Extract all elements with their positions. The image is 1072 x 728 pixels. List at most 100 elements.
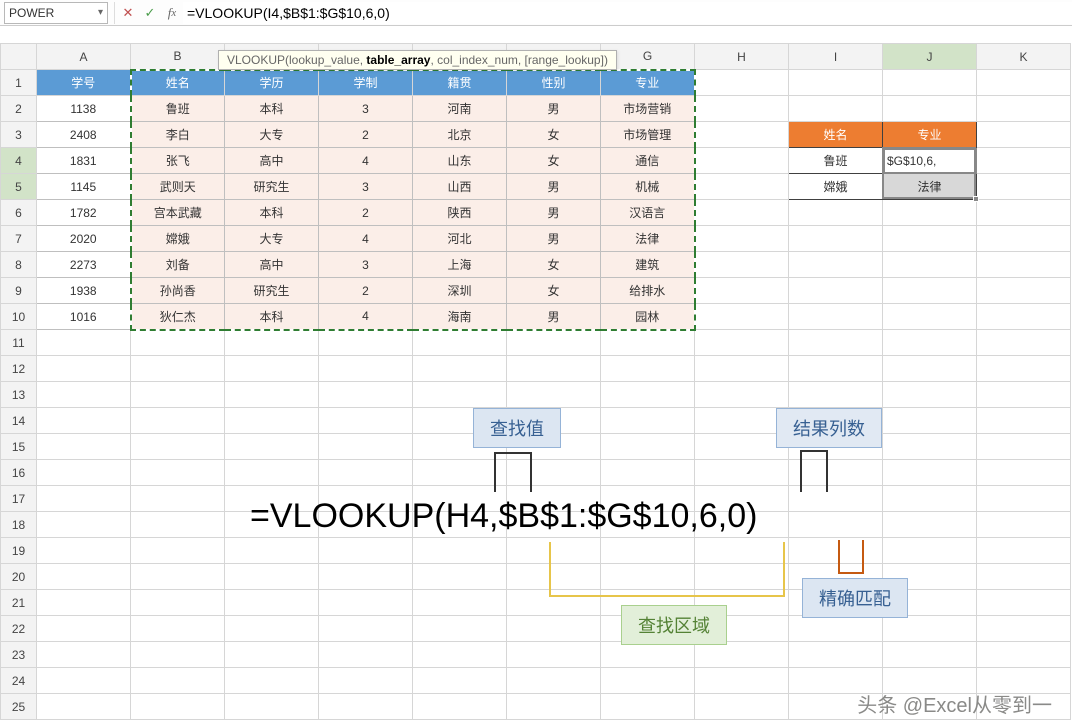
cell[interactable] [883,252,977,278]
cell[interactable] [977,70,1071,96]
cell[interactable] [977,564,1071,590]
cell[interactable]: 2 [319,200,413,226]
cell[interactable] [319,460,413,486]
cell[interactable]: 学号 [37,70,131,96]
cell[interactable]: 性别 [507,70,601,96]
cell[interactable] [37,356,131,382]
cell[interactable] [789,252,883,278]
cell[interactable]: 北京 [413,122,507,148]
cell[interactable]: 4 [319,226,413,252]
row-header[interactable]: 6 [1,200,37,226]
row-header[interactable]: 13 [1,382,37,408]
cell[interactable]: 张飞 [131,148,225,174]
cell[interactable] [977,148,1071,174]
cell[interactable]: 1831 [37,148,131,174]
cell[interactable]: 2273 [37,252,131,278]
cell[interactable] [977,616,1071,642]
cell[interactable]: 法律 [601,226,695,252]
row-header[interactable]: 25 [1,694,37,720]
cell[interactable] [225,616,319,642]
cell[interactable] [225,538,319,564]
cell[interactable] [977,278,1071,304]
cell[interactable] [225,382,319,408]
cell[interactable] [131,642,225,668]
row-header[interactable]: 10 [1,304,37,330]
cell[interactable] [131,460,225,486]
cell[interactable]: 深圳 [413,278,507,304]
cell[interactable] [789,356,883,382]
cell[interactable] [131,668,225,694]
cell[interactable] [883,434,977,460]
cell[interactable]: 姓名 [131,70,225,96]
cell[interactable]: 学制 [319,70,413,96]
cell[interactable]: 汉语言 [601,200,695,226]
cell[interactable] [789,616,883,642]
cell[interactable] [695,330,789,356]
cell[interactable] [601,382,695,408]
cell[interactable]: 河南 [413,96,507,122]
fill-handle[interactable] [973,196,979,202]
cell[interactable] [413,668,507,694]
cell[interactable] [883,200,977,226]
cell[interactable] [131,408,225,434]
row-header[interactable]: 3 [1,122,37,148]
cell[interactable]: 研究生 [225,174,319,200]
cell[interactable]: 海南 [413,304,507,330]
cell[interactable] [413,382,507,408]
cell[interactable] [977,330,1071,356]
col-header[interactable]: A [37,44,131,70]
row-header[interactable]: 24 [1,668,37,694]
cell[interactable] [883,642,977,668]
cell[interactable] [695,122,789,148]
row-header[interactable]: 9 [1,278,37,304]
cell[interactable] [695,408,789,434]
cell[interactable]: 陕西 [413,200,507,226]
cell[interactable] [789,226,883,252]
cell[interactable] [695,668,789,694]
row-header[interactable]: 5 [1,174,37,200]
cell[interactable] [977,434,1071,460]
row-header[interactable]: 14 [1,408,37,434]
cell[interactable]: 上海 [413,252,507,278]
cell[interactable] [507,668,601,694]
cell[interactable]: 女 [507,122,601,148]
cell[interactable] [977,174,1071,200]
cell[interactable] [319,408,413,434]
cell[interactable] [695,96,789,122]
cell[interactable] [37,616,131,642]
cell[interactable] [601,642,695,668]
cell[interactable] [319,564,413,590]
row-header[interactable]: 15 [1,434,37,460]
cell[interactable] [319,538,413,564]
cell[interactable]: 鲁班 [131,96,225,122]
cell[interactable]: 机械 [601,174,695,200]
cell[interactable] [789,70,883,96]
row-header[interactable]: 21 [1,590,37,616]
cell[interactable]: 山东 [413,148,507,174]
cell[interactable] [37,330,131,356]
row-header[interactable]: 18 [1,512,37,538]
cell[interactable] [131,616,225,642]
cell[interactable] [225,460,319,486]
cell[interactable]: 男 [507,174,601,200]
formula-input[interactable] [183,2,1072,24]
cell[interactable] [695,226,789,252]
cell[interactable] [413,460,507,486]
col-header[interactable]: K [977,44,1071,70]
row-header[interactable]: 22 [1,616,37,642]
cell[interactable] [883,460,977,486]
cell[interactable] [319,694,413,720]
row-header[interactable]: 2 [1,96,37,122]
cell[interactable] [131,564,225,590]
cell[interactable] [225,590,319,616]
cell[interactable]: 专业 [601,70,695,96]
cell[interactable] [695,642,789,668]
cell[interactable] [37,434,131,460]
select-all-corner[interactable] [1,44,37,70]
cell[interactable]: 2 [319,278,413,304]
cell[interactable] [883,304,977,330]
cell[interactable] [883,226,977,252]
cell[interactable] [789,538,883,564]
cell[interactable] [319,382,413,408]
row-header[interactable]: 23 [1,642,37,668]
